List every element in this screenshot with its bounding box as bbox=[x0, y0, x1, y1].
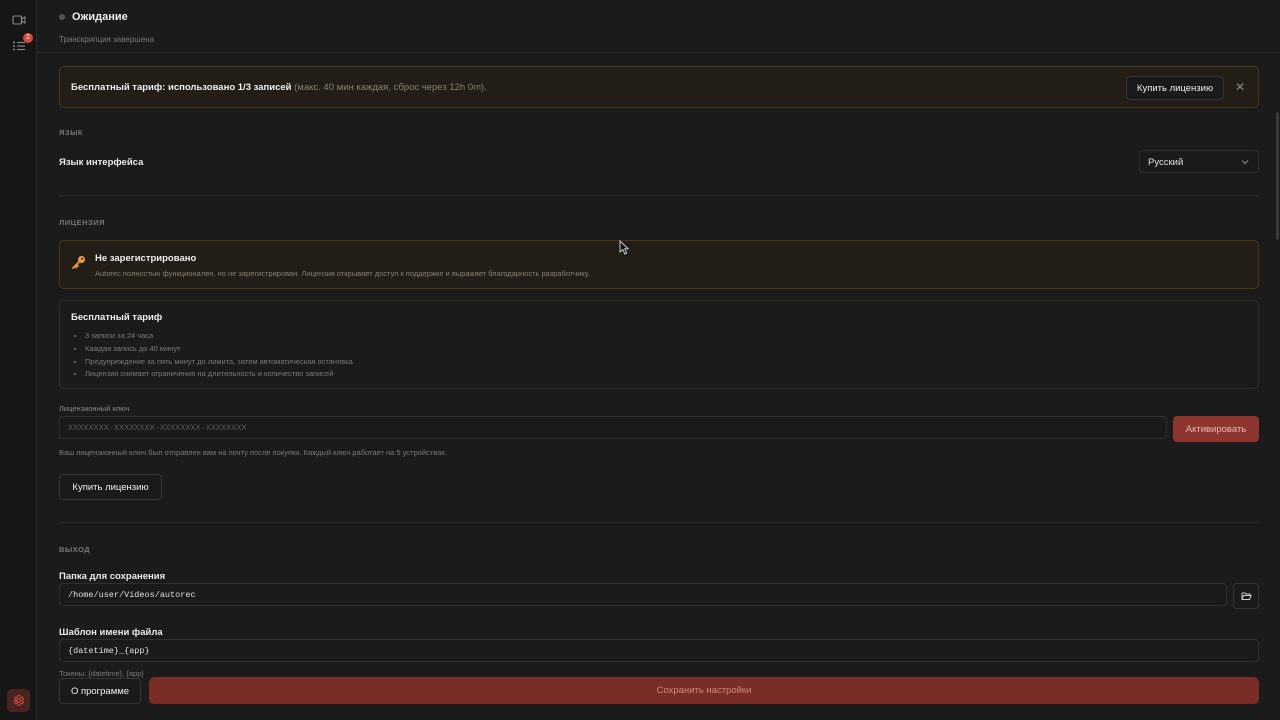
about-button[interactable]: О программе bbox=[59, 678, 141, 704]
section-output: ВЫХОД bbox=[59, 545, 91, 554]
tier-features: 3 записи за 24 часа Каждая запись до 40 … bbox=[85, 330, 353, 381]
language-select[interactable]: Русский bbox=[1139, 150, 1259, 173]
banner-usage: Бесплатный тариф: использовано 1/3 запис… bbox=[71, 82, 292, 93]
close-icon[interactable]: ✕ bbox=[1233, 80, 1247, 94]
browse-folder-button[interactable] bbox=[1233, 583, 1259, 609]
divider bbox=[59, 522, 1259, 523]
status-subtitle: Транскрипция завершена bbox=[59, 35, 155, 44]
status-indicator bbox=[59, 14, 65, 20]
scrollbar-thumb[interactable] bbox=[1276, 112, 1279, 240]
banner-limits: (макс. 40 мин каждая, сброс через 12h 0m… bbox=[291, 82, 487, 93]
status-header: Ожидание Транскрипция завершена bbox=[37, 0, 1280, 53]
folder-open-icon bbox=[1241, 592, 1252, 600]
save-settings-button[interactable]: Сохранить настройки bbox=[149, 677, 1259, 704]
notice-text: Autorec полностью функционален, но не за… bbox=[95, 269, 590, 278]
filename-template-label: Шаблон имени файла bbox=[59, 627, 163, 638]
notice-title: Не зарегистрировано bbox=[95, 253, 197, 264]
key-icon bbox=[72, 256, 85, 269]
list-item: 3 записи за 24 часа bbox=[85, 330, 353, 343]
license-key-input[interactable] bbox=[59, 416, 1167, 439]
section-language: ЯЗЫК bbox=[59, 128, 84, 137]
license-key-label: Лицензионный ключ bbox=[59, 404, 130, 413]
notification-badge: 2 bbox=[23, 33, 33, 43]
free-tier-banner: Бесплатный тариф: использовано 1/3 запис… bbox=[59, 66, 1259, 108]
unregistered-notice: Не зарегистрировано Autorec полностью фу… bbox=[59, 240, 1259, 289]
list-item: Предупреждение за пять минут до лимита, … bbox=[85, 356, 353, 369]
divider bbox=[59, 195, 1259, 196]
section-license: ЛИЦЕНЗИЯ bbox=[59, 218, 106, 227]
video-camera-icon[interactable] bbox=[11, 12, 27, 28]
save-folder-input[interactable] bbox=[59, 583, 1227, 606]
list-item: Каждая запись до 40 минут bbox=[85, 343, 353, 356]
license-key-hint: Ваш лицензионный ключ был отправлен вам … bbox=[59, 448, 448, 457]
banner-text: Бесплатный тариф: использовано 1/3 запис… bbox=[71, 82, 487, 93]
save-folder-label: Папка для сохранения bbox=[59, 571, 166, 582]
mouse-cursor-icon bbox=[619, 240, 629, 255]
chevron-down-icon bbox=[1241, 160, 1249, 165]
language-select-value: Русский bbox=[1148, 157, 1184, 168]
free-tier-card: Бесплатный тариф 3 записи за 24 часа Каж… bbox=[59, 300, 1259, 389]
filename-template-input[interactable] bbox=[59, 639, 1259, 662]
gear-icon bbox=[13, 695, 25, 706]
buy-license-button[interactable]: Купить лицензию bbox=[59, 474, 162, 500]
activate-button[interactable]: Активировать bbox=[1173, 416, 1259, 442]
tokens-hint: Токены: {datetime}, {app} bbox=[59, 669, 144, 678]
settings-button[interactable] bbox=[7, 689, 30, 712]
tier-title: Бесплатный тариф bbox=[71, 312, 163, 323]
banner-buy-license-button[interactable]: Купить лицензию bbox=[1126, 76, 1224, 100]
side-rail: 2 bbox=[0, 0, 37, 720]
status-title: Ожидание bbox=[72, 11, 128, 23]
list-item: Лицензия снимает ограничения на длительн… bbox=[85, 368, 353, 381]
interface-language-label: Язык интерфейса bbox=[59, 157, 144, 168]
settings-panel: Ожидание Транскрипция завершена Бесплатн… bbox=[37, 0, 1280, 720]
